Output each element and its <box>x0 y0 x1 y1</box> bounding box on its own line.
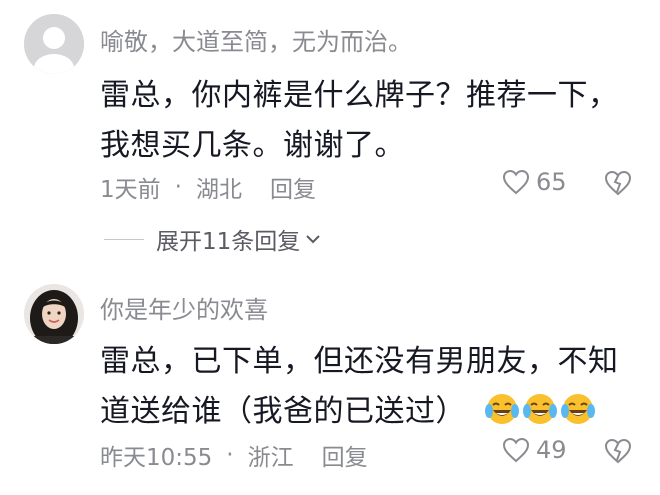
broken-heart-icon <box>604 170 632 196</box>
reply-button[interactable]: 回复 <box>270 170 316 204</box>
separator-dot: · <box>226 442 234 468</box>
comment-username[interactable]: 喻敬，大道至简，无为而治。 <box>100 22 412 57</box>
like-button[interactable]: 49 <box>502 436 567 464</box>
like-button[interactable]: 65 <box>502 168 567 196</box>
emoji-group <box>482 394 596 429</box>
comment-time: 昨天10:55 <box>100 445 213 471</box>
broken-heart-icon <box>604 438 632 464</box>
comment-text-line: 我想买几条。谢谢了。 <box>100 128 405 163</box>
dislike-button[interactable] <box>604 170 632 200</box>
expand-replies-button[interactable]: 展开11条回复 <box>104 222 322 256</box>
dislike-button[interactable] <box>604 438 632 468</box>
avatar[interactable] <box>24 284 84 344</box>
avatar[interactable] <box>24 14 84 74</box>
comment-item: 你是年少的欢喜 雷总，已下单，但还没有男朋友，不知 道送给谁（我爸的已送过） 昨… <box>0 270 660 495</box>
tears-of-joy-icon <box>561 394 596 424</box>
separator-dot: · <box>174 174 182 200</box>
expand-replies-label: 展开11条回复 <box>156 229 301 255</box>
tears-of-joy-icon <box>523 394 558 424</box>
like-count: 49 <box>536 436 567 464</box>
comment-location: 浙江 <box>247 445 294 471</box>
comment-item: 喻敬，大道至简，无为而治。 雷总，你内裤是什么牌子？推荐一下， 我想买几条。谢谢… <box>0 0 660 260</box>
default-avatar-icon <box>24 14 84 74</box>
comment-text-line: 道送给谁（我爸的已送过） <box>100 386 596 430</box>
heart-icon <box>502 169 530 195</box>
comment-text-line: 雷总，已下单，但还没有男朋友，不知 <box>100 344 619 379</box>
heart-icon <box>502 437 530 463</box>
comment-time: 1天前 <box>100 177 161 203</box>
comment-location: 湖北 <box>195 177 242 203</box>
comment-meta: 1天前 · 湖北 回复 <box>100 170 316 204</box>
comment-username[interactable]: 你是年少的欢喜 <box>100 290 268 325</box>
tears-of-joy-icon <box>485 394 520 424</box>
divider-line <box>104 238 144 240</box>
comment-meta: 昨天10:55 · 浙江 回复 <box>100 438 368 472</box>
chevron-down-icon <box>306 235 320 244</box>
comment-text-segment: 道送给谁（我爸的已送过） <box>100 394 466 429</box>
reply-button[interactable]: 回复 <box>322 438 368 472</box>
comment-text-line: 雷总，你内裤是什么牌子？推荐一下， <box>100 78 619 113</box>
user-photo-avatar <box>24 284 84 344</box>
like-count: 65 <box>536 168 567 196</box>
